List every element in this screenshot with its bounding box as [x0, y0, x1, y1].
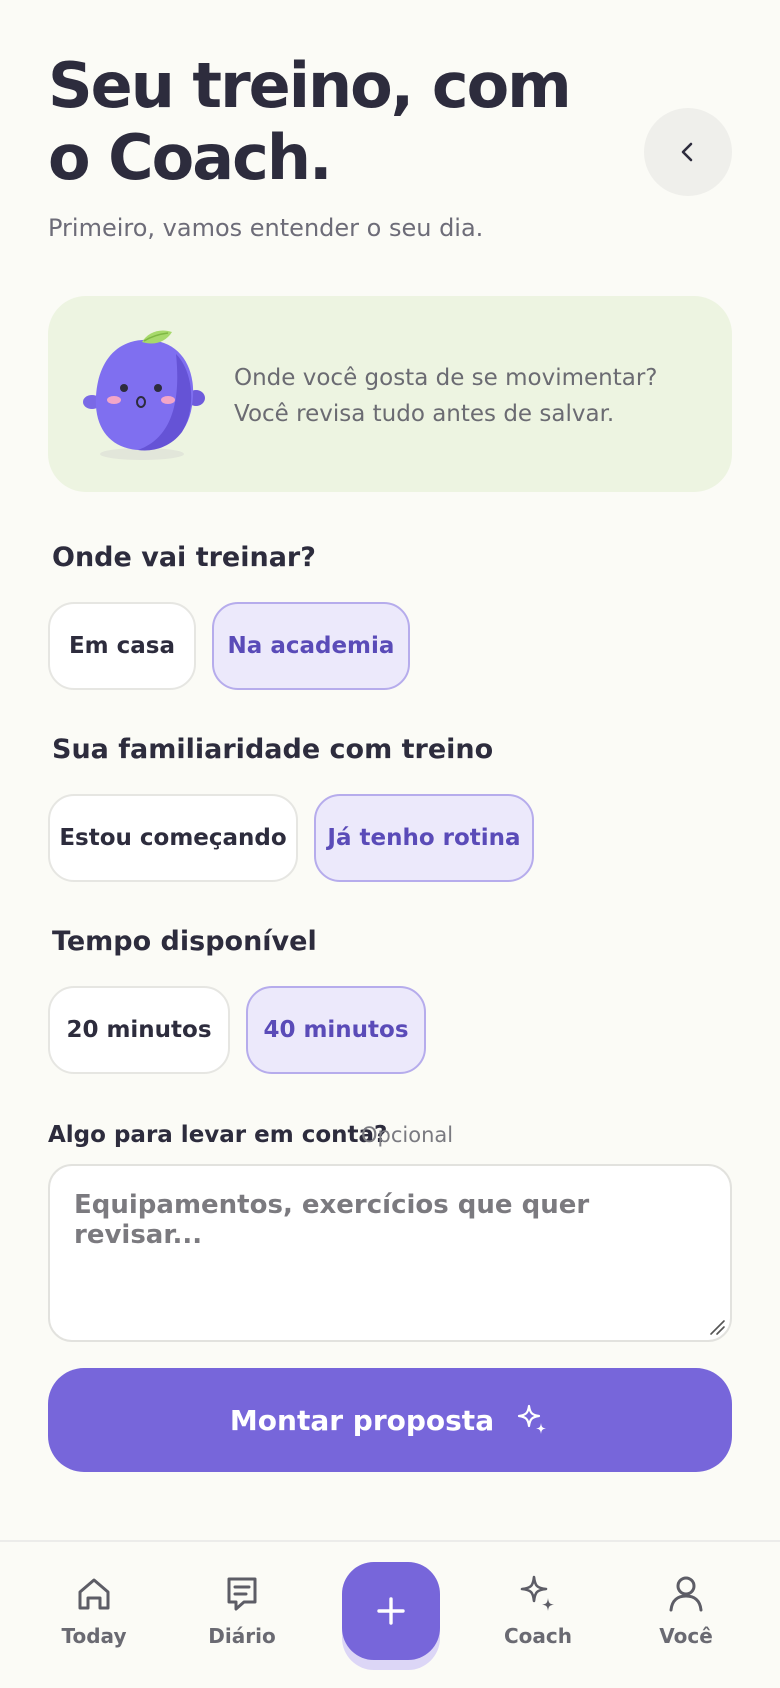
chip-estou-comecando[interactable]: Estou começando	[48, 794, 298, 882]
familiarity-label: Sua familiaridade com treino	[52, 734, 494, 765]
chip-20-minutos[interactable]: 20 minutos	[48, 986, 230, 1074]
tab-label: Coach	[503, 1624, 572, 1648]
cta-label: Montar proposta	[229, 1403, 495, 1437]
plus-icon	[377, 1597, 405, 1625]
notes-textarea[interactable]	[48, 1164, 732, 1342]
tab-today[interactable]: Today	[34, 1572, 154, 1648]
chip-em-casa[interactable]: Em casa	[48, 602, 196, 690]
journal-icon	[227, 1577, 257, 1611]
page-title: Seu treino, com o Coach.	[48, 49, 572, 194]
add-button[interactable]	[342, 1562, 440, 1660]
coach-message-line: Onde você gosta de se movimentar?	[234, 365, 658, 391]
coach-message: Onde você gosta de se movimentar? Você r…	[234, 360, 704, 432]
coach-message-line: Você revisa tudo antes de salvar.	[234, 401, 615, 427]
where-label: Onde vai treinar?	[52, 542, 316, 573]
coach-message-card: Onde você gosta de se movimentar? Você r…	[48, 296, 732, 492]
resize-handle-icon[interactable]	[708, 1318, 726, 1336]
user-icon	[669, 1576, 703, 1612]
montar-proposta-button[interactable]: Montar proposta	[48, 1368, 732, 1472]
plum-mascot-icon	[83, 330, 205, 460]
home-icon	[78, 1578, 110, 1610]
screen: Seu treino, com o Coach. Primeiro, vamos…	[0, 0, 780, 1688]
tab-diario[interactable]: Diário	[182, 1572, 302, 1648]
tab-voce[interactable]: Você	[626, 1572, 746, 1648]
bottom-tab-bar: Today Diário Coach Você	[0, 1540, 780, 1688]
sparkles-icon	[520, 1575, 554, 1611]
page-subtitle: Primeiro, vamos entender o seu dia.	[48, 214, 484, 242]
tab-label: Today	[61, 1624, 127, 1648]
chevron-left-icon	[681, 142, 693, 162]
chip-ja-tenho-rotina[interactable]: Já tenho rotina	[314, 794, 534, 882]
tab-label: Diário	[208, 1624, 276, 1648]
notes-label: Algo para levar em conta?	[48, 1122, 388, 1148]
back-button[interactable]	[644, 108, 732, 196]
chip-na-academia[interactable]: Na academia	[212, 602, 410, 690]
chip-40-minutos[interactable]: 40 minutos	[246, 986, 426, 1074]
sparkles-icon	[517, 1404, 547, 1434]
time-label: Tempo disponível	[52, 926, 317, 957]
tab-label: Você	[659, 1624, 713, 1648]
notes-optional-tag: Opcional	[361, 1123, 454, 1147]
tab-coach[interactable]: Coach	[478, 1572, 598, 1648]
